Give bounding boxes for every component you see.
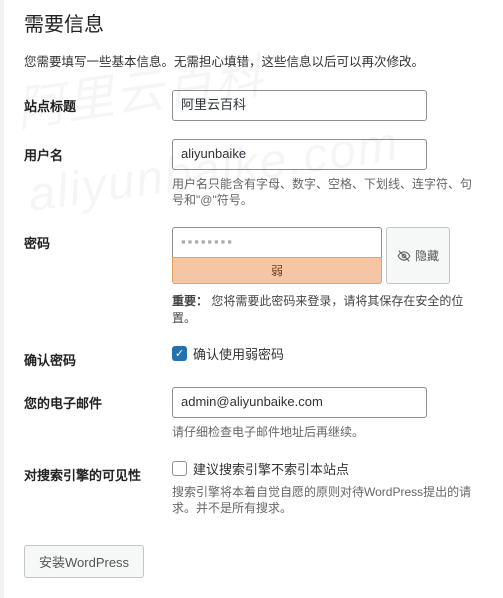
hide-password-button[interactable]: 隐藏: [386, 227, 450, 284]
intro-text: 您需要填写一些基本信息。无需担心填错，这些信息以后可以再次修改。: [24, 51, 483, 70]
hide-button-label: 隐藏: [415, 247, 439, 264]
install-form: 需要信息 您需要填写一些基本信息。无需担心填错，这些信息以后可以再次修改。 站点…: [4, 0, 503, 598]
confirm-password-label: 确认密码: [24, 344, 172, 369]
username-hint: 用户名只能含有字母、数字、空格、下划线、连字符、句号和"@"符号。: [172, 176, 483, 210]
eye-slash-icon: [397, 249, 411, 263]
email-hint: 请仔细检查电子邮件地址后再继续。: [172, 424, 483, 441]
visibility-hint: 搜索引擎将本着自觉自愿的原则对待WordPress提出的请求。并不是所有搜求。: [172, 484, 483, 518]
username-label: 用户名: [24, 139, 172, 164]
password-label: 密码: [24, 227, 172, 252]
install-button[interactable]: 安装WordPress: [24, 545, 144, 578]
site-title-label: 站点标题: [24, 90, 172, 115]
password-note: 重要： 您将需要此密码来登录，请将其保存在安全的位置。: [172, 292, 483, 326]
visibility-checkbox[interactable]: [172, 461, 187, 476]
confirm-weak-checkbox[interactable]: ✓: [172, 346, 187, 361]
site-title-input[interactable]: [172, 90, 427, 121]
email-input[interactable]: [172, 387, 427, 418]
page-heading: 需要信息: [24, 0, 483, 51]
visibility-checkbox-label: 建议搜索引擎不索引本站点: [193, 459, 349, 478]
password-input[interactable]: [172, 227, 382, 257]
password-strength: 弱: [172, 257, 382, 284]
email-label: 您的电子邮件: [24, 387, 172, 412]
username-input[interactable]: [172, 139, 427, 170]
confirm-weak-label: 确认使用弱密码: [193, 344, 284, 363]
visibility-label: 对搜索引擎的可见性: [24, 459, 172, 484]
